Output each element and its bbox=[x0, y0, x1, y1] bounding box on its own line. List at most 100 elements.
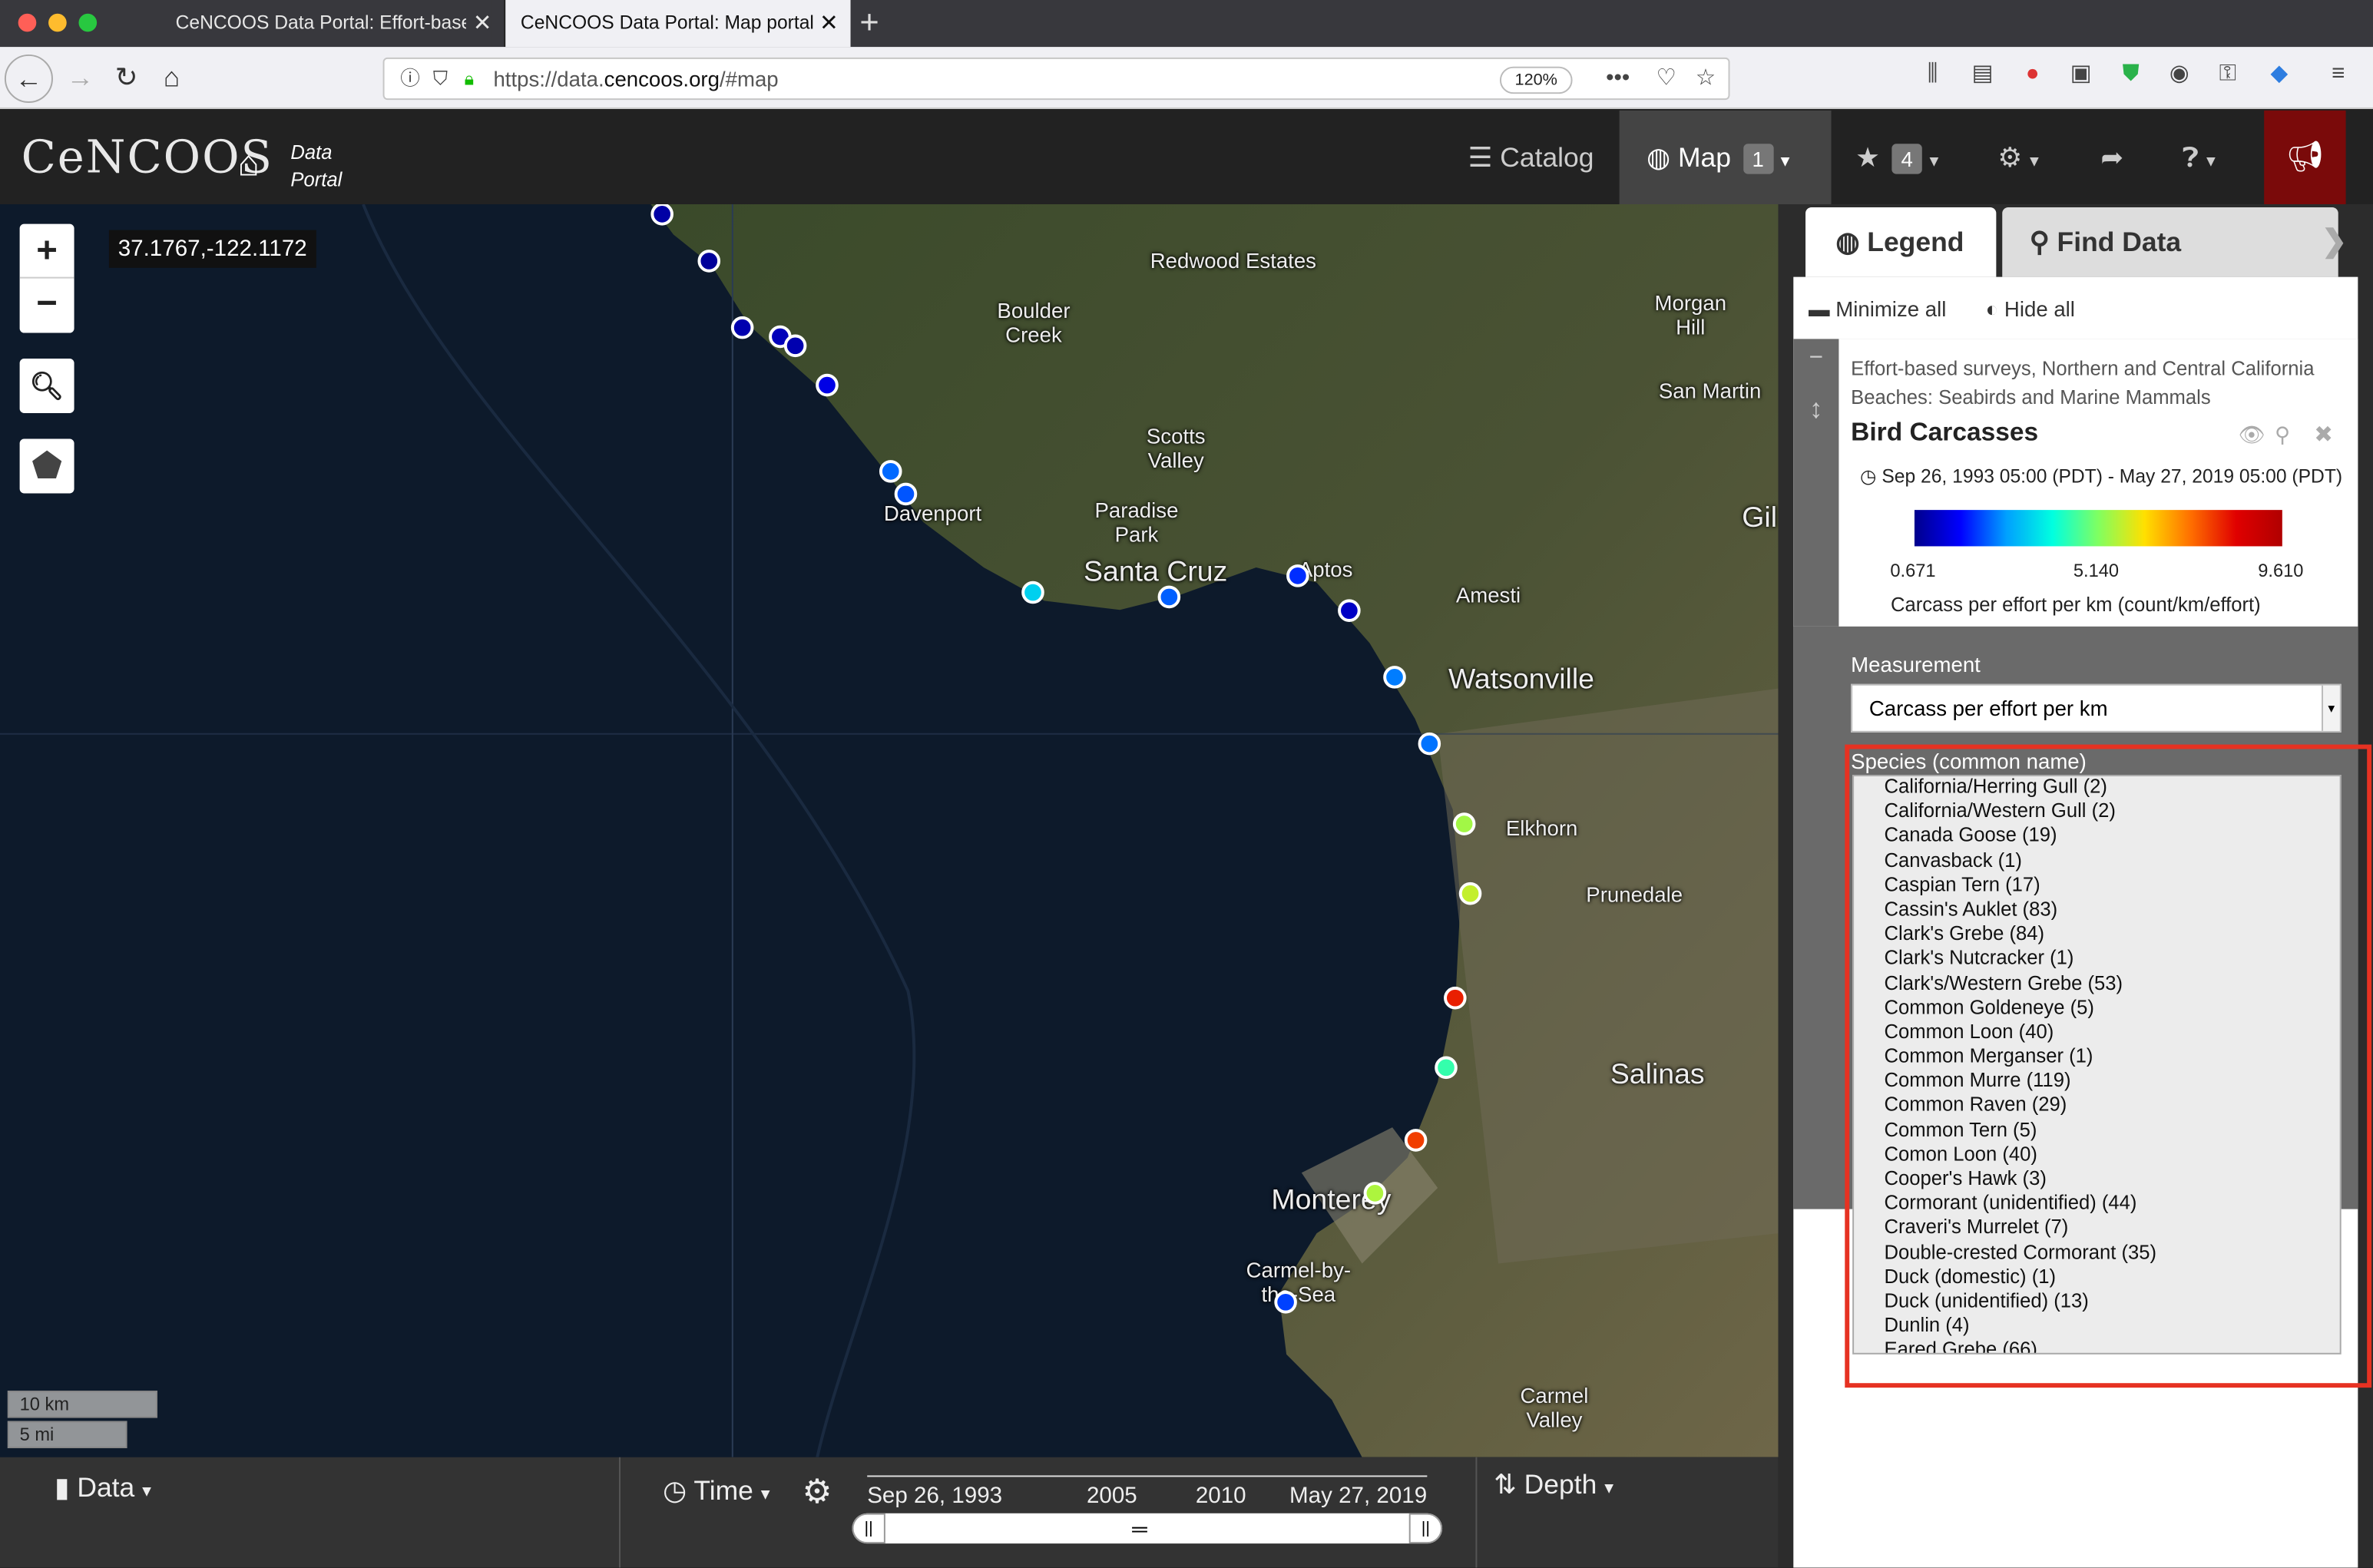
zoom-window-button[interactable] bbox=[78, 13, 98, 32]
adblock-icon[interactable]: ⛊ bbox=[2117, 61, 2144, 88]
minus-icon: ▬ bbox=[1808, 296, 1836, 321]
pentagon-icon: ⬟ bbox=[32, 446, 61, 485]
collapse-panel-chevron-icon[interactable]: ❯ bbox=[2322, 207, 2347, 277]
share-nav[interactable]: ➦ bbox=[2100, 111, 2123, 204]
minimize-all-label: Minimize all bbox=[1835, 296, 1947, 321]
depth-menu[interactable]: ⇅ Depth ▾ bbox=[1494, 1470, 1613, 1501]
toggle-visibility-icon[interactable]: 👁︎ bbox=[2239, 422, 2265, 448]
zoom-control: + − bbox=[19, 223, 74, 333]
shield-icon[interactable]: ⛉ bbox=[427, 65, 454, 92]
map-nav[interactable]: ◍ Map 1 ▾ bbox=[1619, 110, 1832, 205]
url-bar[interactable]: ⓘ ⛉ 🔒︎ https://data.cencoos.org/#map 120… bbox=[382, 57, 1730, 101]
time-settings-gear-icon[interactable]: ⚙ bbox=[802, 1472, 832, 1511]
new-tab-icon[interactable]: + bbox=[859, 0, 879, 45]
settings-nav[interactable]: ⚙ ▾ bbox=[1997, 111, 2039, 204]
sidebar-icon[interactable]: ▤ bbox=[1969, 61, 1996, 88]
pocket-icon[interactable]: ♡ bbox=[1653, 65, 1680, 92]
measurement-select[interactable]: Carcass per effort per km ▾ bbox=[1851, 683, 2342, 733]
zoom-level[interactable]: 120% bbox=[1499, 66, 1573, 94]
screenshot-icon[interactable]: ▣ bbox=[2067, 61, 2094, 88]
favorites-nav[interactable]: ★ 4 ▾ bbox=[1855, 111, 1938, 204]
browser-tab-map[interactable]: CeNCOOS Data Portal: Map portal ✕ bbox=[505, 0, 851, 48]
minimize-window-button[interactable] bbox=[48, 13, 67, 32]
station-marker[interactable] bbox=[1434, 1055, 1457, 1079]
tab-find-data[interactable]: ⚲ Find Data bbox=[2002, 207, 2338, 277]
station-marker[interactable] bbox=[1273, 1290, 1296, 1313]
data-portal-link[interactable]: Data Portal bbox=[290, 139, 342, 194]
timeline-tick-2010: 2010 bbox=[1195, 1483, 1246, 1509]
station-marker[interactable] bbox=[1286, 564, 1309, 587]
bookmark-star-icon[interactable]: ☆ bbox=[1692, 65, 1719, 92]
station-marker[interactable] bbox=[1157, 584, 1180, 608]
station-marker[interactable] bbox=[730, 315, 753, 339]
map-label-gil: Gil bbox=[1742, 502, 1778, 534]
home-icon[interactable]: ⌂ bbox=[237, 144, 260, 186]
announcement-button[interactable]: 📢︎ bbox=[2264, 110, 2346, 205]
station-marker[interactable] bbox=[1337, 598, 1360, 621]
cencoos-logo[interactable]: CeNCOOS bbox=[22, 131, 273, 184]
station-marker[interactable] bbox=[893, 481, 917, 505]
cursor-coordinates: 37.1767,-122.1172 bbox=[108, 230, 316, 268]
extension-icon[interactable]: ● bbox=[2019, 61, 2046, 88]
station-marker[interactable] bbox=[697, 249, 720, 272]
zoom-to-layer-icon[interactable]: ⚲ bbox=[2275, 422, 2290, 448]
page-actions-icon[interactable]: ••• bbox=[1604, 65, 1631, 92]
zoom-out-button[interactable]: − bbox=[20, 279, 74, 333]
help-nav[interactable]: ❓︎ ▾ bbox=[2183, 111, 2216, 204]
favorites-badge: 4 bbox=[1891, 144, 1922, 174]
station-marker[interactable] bbox=[1417, 731, 1441, 755]
minimize-all-button[interactable]: ▬ Minimize all bbox=[1809, 296, 1946, 321]
map-view[interactable]: Redwood Estates Boulder Creek Morgan Hil… bbox=[0, 204, 1779, 1457]
close-tab-icon[interactable]: ✕ bbox=[466, 0, 492, 48]
legend-card-handle: − ↕ bbox=[1793, 339, 1839, 627]
home-icon[interactable]: ⌂ bbox=[164, 61, 180, 94]
station-marker[interactable] bbox=[1021, 580, 1044, 604]
time-menu[interactable]: ◷ Time ▾ bbox=[663, 1475, 769, 1507]
station-marker[interactable] bbox=[1443, 985, 1466, 1009]
map-label-prunedale: Prunedale bbox=[1586, 882, 1683, 907]
info-icon[interactable]: ⓘ bbox=[396, 65, 423, 92]
key-icon[interactable]: ⚿ bbox=[2214, 61, 2241, 88]
tab-legend[interactable]: ◍ Legend bbox=[1805, 207, 1997, 277]
hide-all-button[interactable]: ◐ Hide all bbox=[1986, 296, 2075, 321]
station-marker[interactable] bbox=[1458, 881, 1481, 905]
ghost-icon[interactable]: ◆ bbox=[2265, 61, 2292, 88]
slider-end-handle[interactable]: || bbox=[1408, 1513, 1443, 1544]
collapse-layer-icon[interactable]: − bbox=[1793, 345, 1838, 372]
account-icon[interactable]: ◉ bbox=[2166, 61, 2193, 88]
time-range-slider[interactable]: || ═ || bbox=[852, 1513, 1443, 1544]
megaphone-icon: 📢︎ bbox=[2285, 141, 2325, 174]
station-marker[interactable] bbox=[1451, 812, 1475, 835]
caret-down-icon: ▾ bbox=[2206, 150, 2216, 171]
data-menu[interactable]: ▮ Data ▾ bbox=[55, 1472, 151, 1503]
station-marker[interactable] bbox=[1403, 1128, 1427, 1151]
catalog-label: Catalog bbox=[1500, 142, 1594, 173]
browser-tab-effort[interactable]: CeNCOOS Data Portal: Effort-based ✕ bbox=[160, 0, 506, 48]
catalog-nav[interactable]: ☰ Catalog bbox=[1468, 111, 1594, 204]
slider-drag-handle[interactable]: ═ bbox=[1132, 1513, 1147, 1543]
forward-icon[interactable]: → bbox=[67, 61, 94, 94]
library-icon[interactable]: ⫼ bbox=[1919, 61, 1946, 88]
station-marker[interactable] bbox=[650, 204, 673, 225]
station-marker[interactable] bbox=[815, 372, 838, 396]
station-marker[interactable] bbox=[1362, 1181, 1386, 1204]
map-label-carmel-valley: Carmel Valley bbox=[1520, 1383, 1589, 1432]
bar-chart-icon: ▮ bbox=[54, 1472, 78, 1503]
draw-polygon-button[interactable]: ⬟ bbox=[19, 438, 74, 494]
menu-icon[interactable]: ≡ bbox=[2325, 61, 2351, 88]
caret-down-icon: ▾ bbox=[760, 1483, 770, 1504]
close-tab-icon[interactable]: ✕ bbox=[819, 0, 839, 47]
zoom-in-button[interactable]: + bbox=[19, 224, 74, 279]
back-icon[interactable]: ← bbox=[4, 54, 53, 104]
magnify-icon: 🔍︎ bbox=[29, 370, 65, 402]
station-marker[interactable] bbox=[783, 333, 806, 357]
close-window-button[interactable] bbox=[18, 13, 37, 32]
remove-layer-icon[interactable]: ✖ bbox=[2314, 421, 2333, 448]
zoom-box-button[interactable]: 🔍︎ bbox=[19, 359, 74, 414]
station-marker[interactable] bbox=[878, 459, 902, 482]
station-marker[interactable] bbox=[1382, 665, 1405, 688]
slider-start-handle[interactable]: || bbox=[852, 1513, 885, 1544]
clock-icon: ◷ bbox=[1859, 465, 1882, 488]
reorder-arrows-icon[interactable]: ↕ bbox=[1793, 393, 1838, 425]
reload-icon[interactable]: ↻ bbox=[115, 61, 138, 94]
